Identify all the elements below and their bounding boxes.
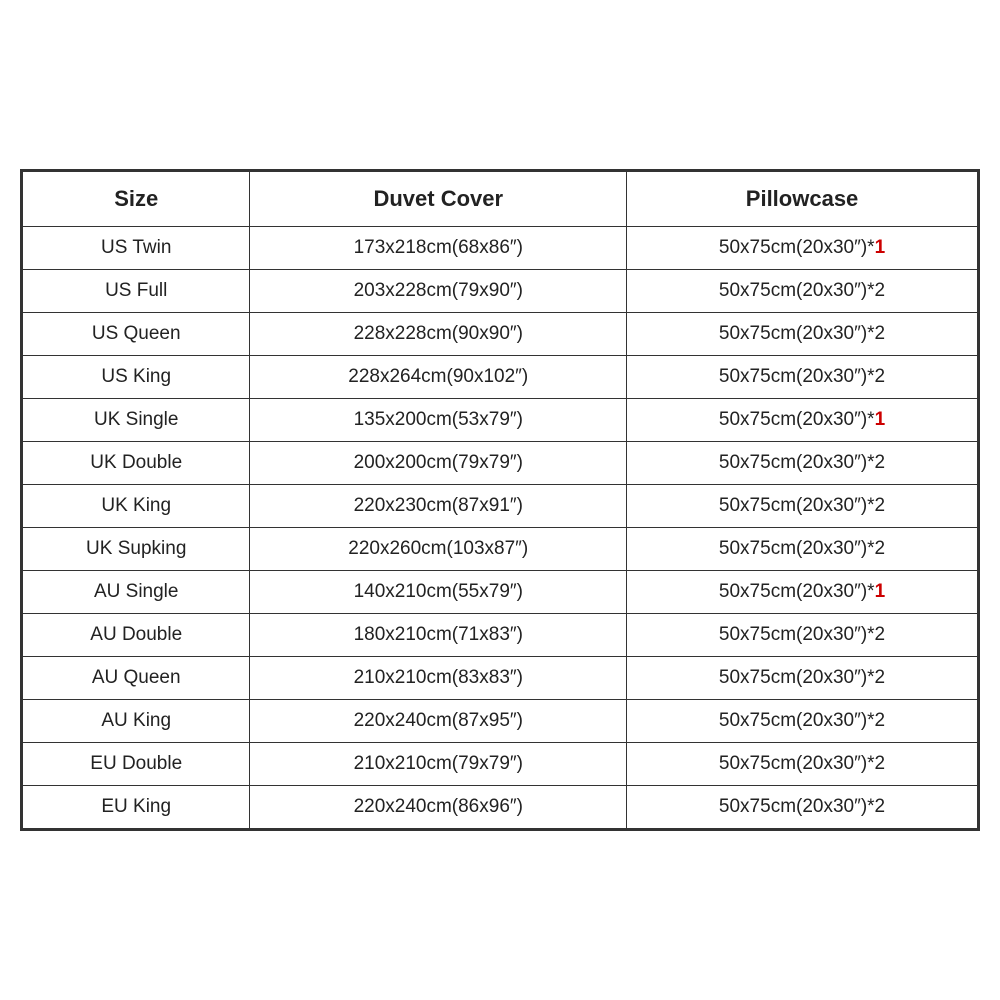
cell-duvet: 135x200cm(53x79″) [250,399,627,442]
table-row: US Full203x228cm(79x90″)50x75cm(20x30″)*… [23,270,978,313]
cell-pillowcase: 50x75cm(20x30″)*2 [627,313,978,356]
cell-size: UK Supking [23,528,250,571]
size-chart-table: Size Duvet Cover Pillowcase US Twin173x2… [22,171,978,829]
table-row: UK King220x230cm(87x91″)50x75cm(20x30″)*… [23,485,978,528]
cell-pillowcase: 50x75cm(20x30″)*2 [627,270,978,313]
size-chart-container: Size Duvet Cover Pillowcase US Twin173x2… [20,169,980,831]
cell-pillowcase: 50x75cm(20x30″)*2 [627,614,978,657]
cell-size: US Queen [23,313,250,356]
table-row: EU Double210x210cm(79x79″)50x75cm(20x30″… [23,743,978,786]
cell-duvet: 220x240cm(87x95″) [250,700,627,743]
header-pillowcase: Pillowcase [627,172,978,227]
cell-pillowcase: 50x75cm(20x30″)*2 [627,786,978,829]
table-row: AU King220x240cm(87x95″)50x75cm(20x30″)*… [23,700,978,743]
cell-duvet: 228x228cm(90x90″) [250,313,627,356]
cell-pillowcase: 50x75cm(20x30″)*1 [627,571,978,614]
cell-size: US King [23,356,250,399]
cell-size: EU Double [23,743,250,786]
cell-duvet: 200x200cm(79x79″) [250,442,627,485]
cell-size: AU King [23,700,250,743]
cell-size: AU Queen [23,657,250,700]
cell-size: AU Double [23,614,250,657]
cell-duvet: 210x210cm(83x83″) [250,657,627,700]
cell-pillowcase: 50x75cm(20x30″)*2 [627,356,978,399]
table-row: EU King220x240cm(86x96″)50x75cm(20x30″)*… [23,786,978,829]
header-duvet: Duvet Cover [250,172,627,227]
table-row: US Twin173x218cm(68x86″)50x75cm(20x30″)*… [23,227,978,270]
cell-pillowcase: 50x75cm(20x30″)*2 [627,700,978,743]
cell-duvet: 220x240cm(86x96″) [250,786,627,829]
cell-pillowcase: 50x75cm(20x30″)*2 [627,743,978,786]
cell-pillowcase: 50x75cm(20x30″)*2 [627,528,978,571]
table-row: US King228x264cm(90x102″)50x75cm(20x30″)… [23,356,978,399]
table-row: UK Supking220x260cm(103x87″)50x75cm(20x3… [23,528,978,571]
cell-size: AU Single [23,571,250,614]
table-row: US Queen228x228cm(90x90″)50x75cm(20x30″)… [23,313,978,356]
cell-size: EU King [23,786,250,829]
table-row: AU Single140x210cm(55x79″)50x75cm(20x30″… [23,571,978,614]
cell-size: UK Single [23,399,250,442]
table-row: UK Double200x200cm(79x79″)50x75cm(20x30″… [23,442,978,485]
cell-duvet: 180x210cm(71x83″) [250,614,627,657]
cell-pillowcase: 50x75cm(20x30″)*2 [627,485,978,528]
cell-pillowcase: 50x75cm(20x30″)*1 [627,399,978,442]
cell-duvet: 220x260cm(103x87″) [250,528,627,571]
header-size: Size [23,172,250,227]
cell-pillowcase: 50x75cm(20x30″)*2 [627,442,978,485]
cell-duvet: 203x228cm(79x90″) [250,270,627,313]
table-row: AU Double180x210cm(71x83″)50x75cm(20x30″… [23,614,978,657]
cell-size: UK King [23,485,250,528]
cell-duvet: 210x210cm(79x79″) [250,743,627,786]
cell-size: US Full [23,270,250,313]
cell-size: UK Double [23,442,250,485]
cell-duvet: 220x230cm(87x91″) [250,485,627,528]
table-row: UK Single135x200cm(53x79″)50x75cm(20x30″… [23,399,978,442]
table-row: AU Queen210x210cm(83x83″)50x75cm(20x30″)… [23,657,978,700]
cell-pillowcase: 50x75cm(20x30″)*1 [627,227,978,270]
cell-duvet: 140x210cm(55x79″) [250,571,627,614]
cell-duvet: 173x218cm(68x86″) [250,227,627,270]
cell-pillowcase: 50x75cm(20x30″)*2 [627,657,978,700]
cell-duvet: 228x264cm(90x102″) [250,356,627,399]
table-header-row: Size Duvet Cover Pillowcase [23,172,978,227]
cell-size: US Twin [23,227,250,270]
